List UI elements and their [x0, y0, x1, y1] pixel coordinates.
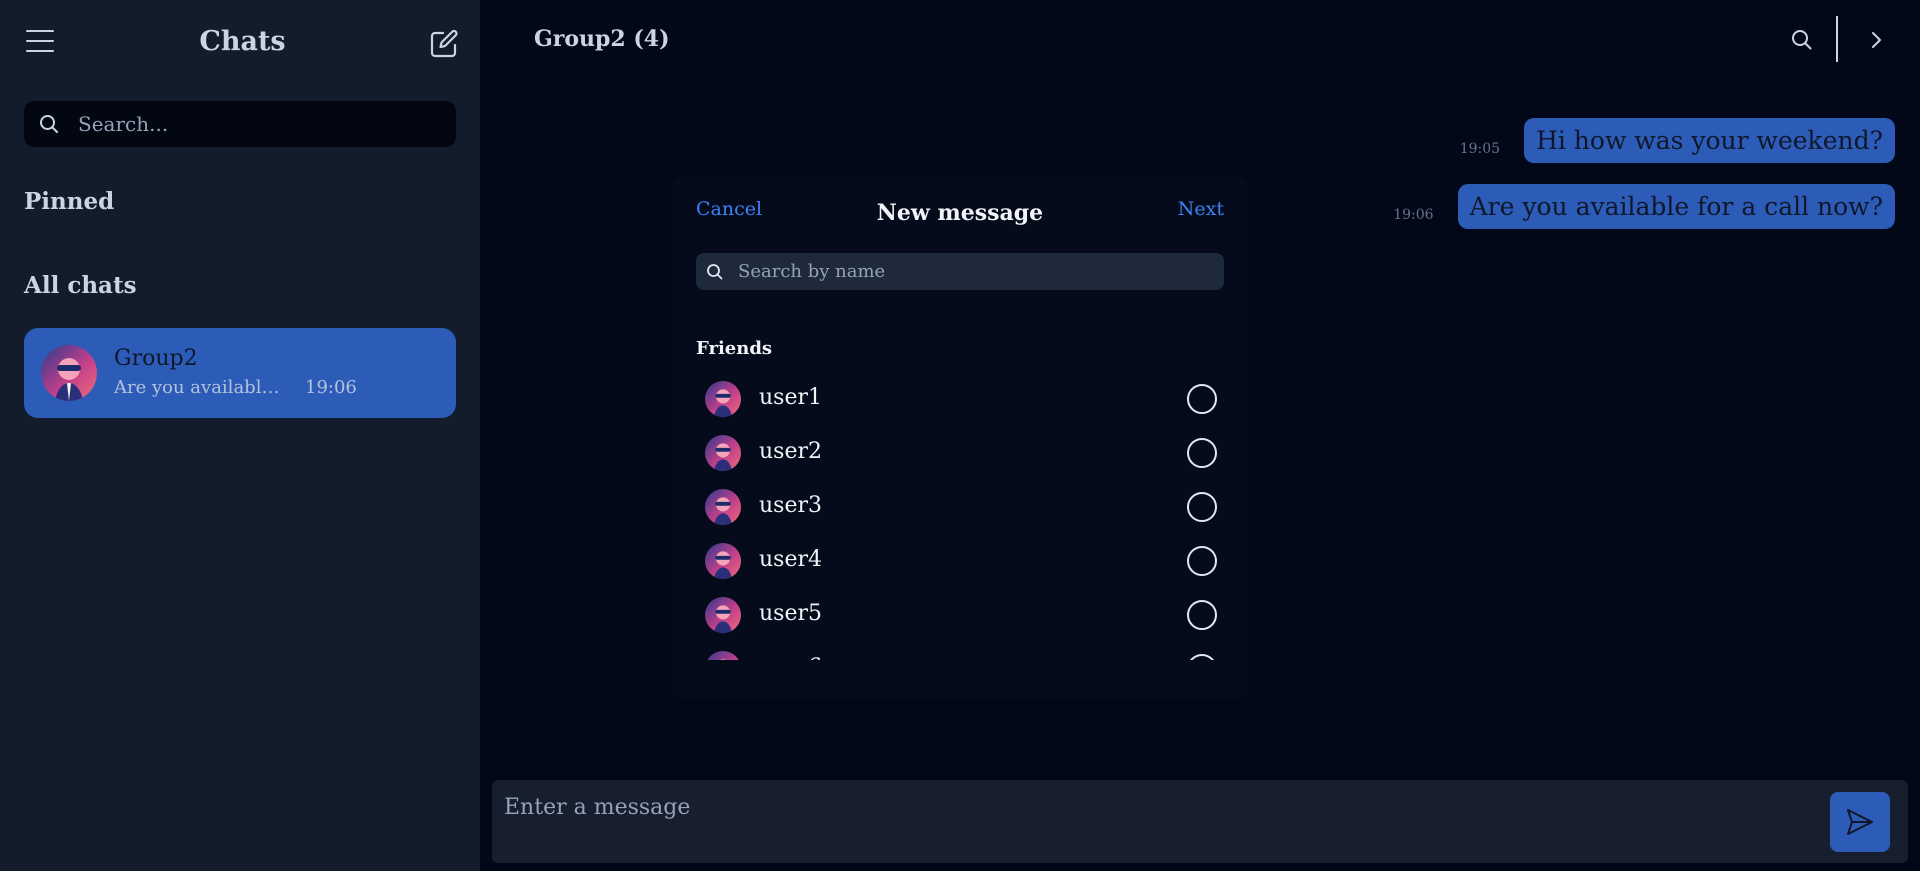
chat-name: Group2	[114, 346, 198, 371]
message-time: 19:05	[1459, 141, 1501, 157]
compose-icon[interactable]	[428, 28, 460, 60]
friend-name: user2	[759, 439, 822, 464]
header-divider	[1836, 16, 1838, 62]
friend-item[interactable]: user2	[696, 428, 1224, 482]
avatar	[705, 489, 741, 525]
friend-name: user1	[759, 385, 822, 410]
chevron-right-icon[interactable]	[1864, 28, 1888, 52]
conversation-title[interactable]: Group2 (4)	[534, 26, 670, 52]
sidebar-search-input[interactable]	[78, 101, 448, 147]
select-radio[interactable]	[1187, 600, 1217, 630]
friends-label: Friends	[696, 338, 773, 359]
send-button[interactable]	[1830, 792, 1890, 852]
sidebar-title: Chats	[199, 26, 286, 57]
avatar	[705, 543, 741, 579]
chat-item-group2[interactable]: Group2 Are you available f... 19:06	[24, 328, 456, 418]
message-input[interactable]	[504, 780, 1804, 834]
message-time: 19:06	[1393, 207, 1434, 223]
friend-item[interactable]: user4	[696, 536, 1224, 590]
dialog-title: New message	[876, 200, 1044, 226]
conversation-header: Group2 (4)	[480, 0, 1920, 80]
avatar	[41, 345, 97, 401]
avatar	[705, 651, 741, 660]
avatar	[705, 435, 741, 471]
friend-list[interactable]: user1 user2 user3 user4 user5	[696, 374, 1224, 660]
all-chats-label: All chats	[24, 272, 137, 299]
friend-item[interactable]: user5	[696, 590, 1224, 644]
chat-preview: Are you available f...	[114, 377, 284, 398]
next-button[interactable]: Next	[1178, 198, 1224, 220]
friend-item[interactable]: user3	[696, 482, 1224, 536]
avatar	[705, 381, 741, 417]
avatar	[705, 597, 741, 633]
friend-name: user6	[759, 655, 822, 660]
message-bubble[interactable]: Hi how was your weekend?	[1524, 118, 1895, 163]
select-radio[interactable]	[1187, 654, 1217, 660]
select-radio[interactable]	[1187, 438, 1217, 468]
message-composer	[492, 780, 1908, 863]
select-radio[interactable]	[1187, 492, 1217, 522]
friend-item[interactable]: user1	[696, 374, 1224, 428]
search-icon[interactable]	[1790, 28, 1814, 52]
select-radio[interactable]	[1187, 384, 1217, 414]
sidebar-search	[24, 101, 456, 147]
friend-name: user5	[759, 601, 822, 626]
friend-name: user4	[759, 547, 822, 572]
message-bubble[interactable]: Are you available for a call now?	[1457, 184, 1895, 229]
message-row: 19:06 Are you available for a call now?	[1393, 184, 1895, 229]
sidebar-header: Chats	[0, 0, 480, 86]
chat-time: 19:06	[305, 377, 357, 398]
message-row: 19:05 Hi how was your weekend?	[1460, 118, 1895, 163]
search-icon	[38, 113, 60, 139]
new-message-dialog: Cancel New message Next Friends user1 us…	[672, 176, 1248, 698]
select-radio[interactable]	[1187, 546, 1217, 576]
search-icon	[706, 263, 724, 285]
friend-name: user3	[759, 493, 822, 518]
pinned-label: Pinned	[24, 188, 115, 215]
friend-search	[696, 253, 1224, 290]
friend-search-input[interactable]	[738, 253, 1208, 290]
friend-item[interactable]: user6	[696, 644, 1224, 660]
send-icon	[1847, 809, 1873, 835]
sidebar: Chats Pinned All chats	[0, 0, 480, 871]
